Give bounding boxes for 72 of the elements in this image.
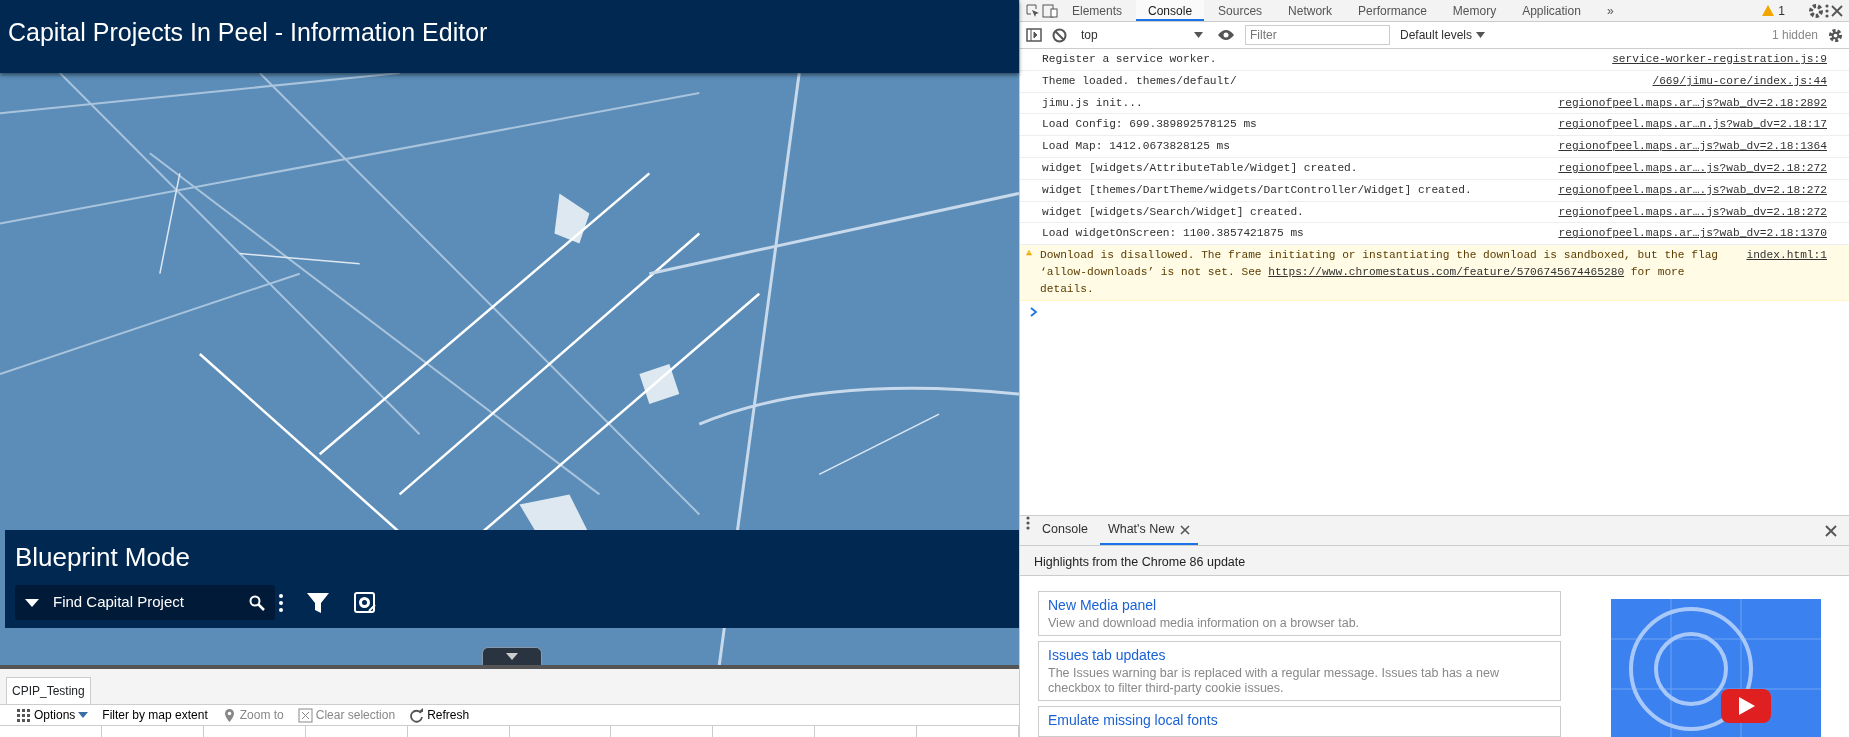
table-tab[interactable]: CPIP_Testing [6,677,91,704]
devtools-tab[interactable]: Performance [1346,0,1439,21]
log-message: Theme loaded. themes/default/ [1042,73,1237,89]
toolbar-button[interactable]: Refresh [409,706,470,724]
context-select[interactable]: top [1077,26,1207,44]
levels-select[interactable]: Default levels [1400,26,1486,44]
collapse-handle[interactable] [482,647,542,665]
devtools-tab[interactable]: Elements [1060,0,1135,21]
caret-icon[interactable] [1194,32,1203,38]
app-title: Capital Projects In Peel - Information Editor [8,18,488,46]
source-link[interactable]: regionofpeel.maps.ar…js?wab_dv=2.18:1364 [1558,138,1827,155]
hidden-count: 1 hidden [1771,27,1818,44]
panel-title: Blueprint Mode [15,541,190,574]
link[interactable]: https://www.chromestatus.com/feature/5706745674465280 [1268,265,1625,278]
search-input[interactable]: Find Capital Project [51,590,237,615]
search-bar[interactable]: Find Capital Project [15,585,275,620]
feature-description: The Issues warning bar is replaced with a regular message. Issues tab has a new checkbox to filter third-party cookie issues. [1048,666,1500,696]
search-icon[interactable] [249,594,265,611]
warning-message: Download is disallowed. The frame initiating or instantiating the download is sandboxed, but the flag ‘allow-downloads’ is not set. See https://www.chromestatus.com/feature/5706745674465280 for more details. [1040,248,1720,297]
devtools-tab[interactable]: Application [1510,0,1593,21]
dropdown-icon[interactable] [25,598,39,607]
more-icon[interactable] [1026,516,1030,530]
clear-icon[interactable] [1052,27,1067,43]
devtools-tab[interactable]: Sources [1206,0,1275,21]
devtools-tab[interactable]: Memory [1440,0,1509,21]
sidebar-icon[interactable] [1026,28,1042,42]
more-icon[interactable] [279,592,283,613]
devtools-tab[interactable]: Console [1136,0,1205,21]
drawer-tab[interactable]: Console [1034,516,1096,545]
close-icon[interactable] [1831,4,1843,17]
prompt-icon [1030,306,1038,317]
source-link[interactable]: index.html:1 [1746,247,1827,298]
eye-icon[interactable] [1217,29,1235,41]
feature-link[interactable]: Emulate missing local fonts [1048,710,1551,732]
close-icon[interactable] [1825,524,1837,537]
log-message: jimu.js init... [1042,95,1143,111]
caret-icon[interactable] [78,712,89,718]
log-message: Load Map: 1412.0673828125 ms [1042,139,1230,155]
feature-link[interactable]: New Media panel [1048,595,1551,616]
log-message: widget [widgets/AttributeTable/Widget] created. [1042,161,1358,176]
filter-toggle[interactable]: Filter by map extent [102,706,208,724]
log-message: Load widgetOnScreen: 1100.3857421875 ms [1042,226,1304,242]
filter-icon[interactable] [307,591,329,614]
source-link[interactable]: regionofpeel.maps.ar….js?wab_dv=2.18:272 [1558,181,1827,199]
filter-field[interactable]: Filter [1245,25,1390,45]
drawer-heading: Highlights from the Chrome 86 update [1020,546,1849,576]
feature-link[interactable]: Issues tab updates [1048,645,1551,667]
source-link[interactable]: regionofpeel.maps.ar….js?wab_dv=2.18:272 [1558,203,1827,221]
devtools-tab[interactable]: Network [1276,0,1345,21]
caret-icon[interactable] [506,653,518,660]
device-icon[interactable] [1042,3,1058,18]
more-icon[interactable] [1825,3,1829,18]
caret-icon[interactable] [1476,32,1486,38]
source-link[interactable]: regionofpeel.maps.ar…js?wab_dv=2.18:2892 [1558,94,1827,112]
toolbar-button[interactable]: Options [16,706,89,724]
close-icon[interactable] [1180,524,1191,535]
grid-icon[interactable] [16,707,31,723]
feature-description: View and download media information on a browser tab. [1048,616,1361,631]
inspect-icon[interactable] [1026,3,1040,18]
source-link[interactable]: /669/jimu-core/index.js:44 [1652,72,1827,90]
warning-count[interactable]: 1 [1762,1,1785,20]
log-message: Register a service worker. [1042,52,1217,67]
log-message: widget [themes/DartTheme/widgets/DartController/Widget] created. [1042,182,1472,198]
refresh-icon[interactable] [409,707,425,723]
source-link[interactable]: regionofpeel.maps.ar…js?wab_dv=2.18:1370 [1558,225,1827,243]
more-tabs-button[interactable]: » [1594,0,1626,21]
source-link[interactable]: service-worker-registration.js:9 [1612,51,1827,68]
log-message: Load Config: 699.389892578125 ms [1042,117,1257,133]
warning-icon [1762,5,1775,16]
log-message: widget [widgets/Search/Widget] created. [1042,204,1304,220]
source-link[interactable]: regionofpeel.maps.ar…n.js?wab_dv=2.18:17 [1558,116,1827,134]
source-link[interactable]: regionofpeel.maps.ar….js?wab_dv=2.18:272 [1558,160,1827,177]
